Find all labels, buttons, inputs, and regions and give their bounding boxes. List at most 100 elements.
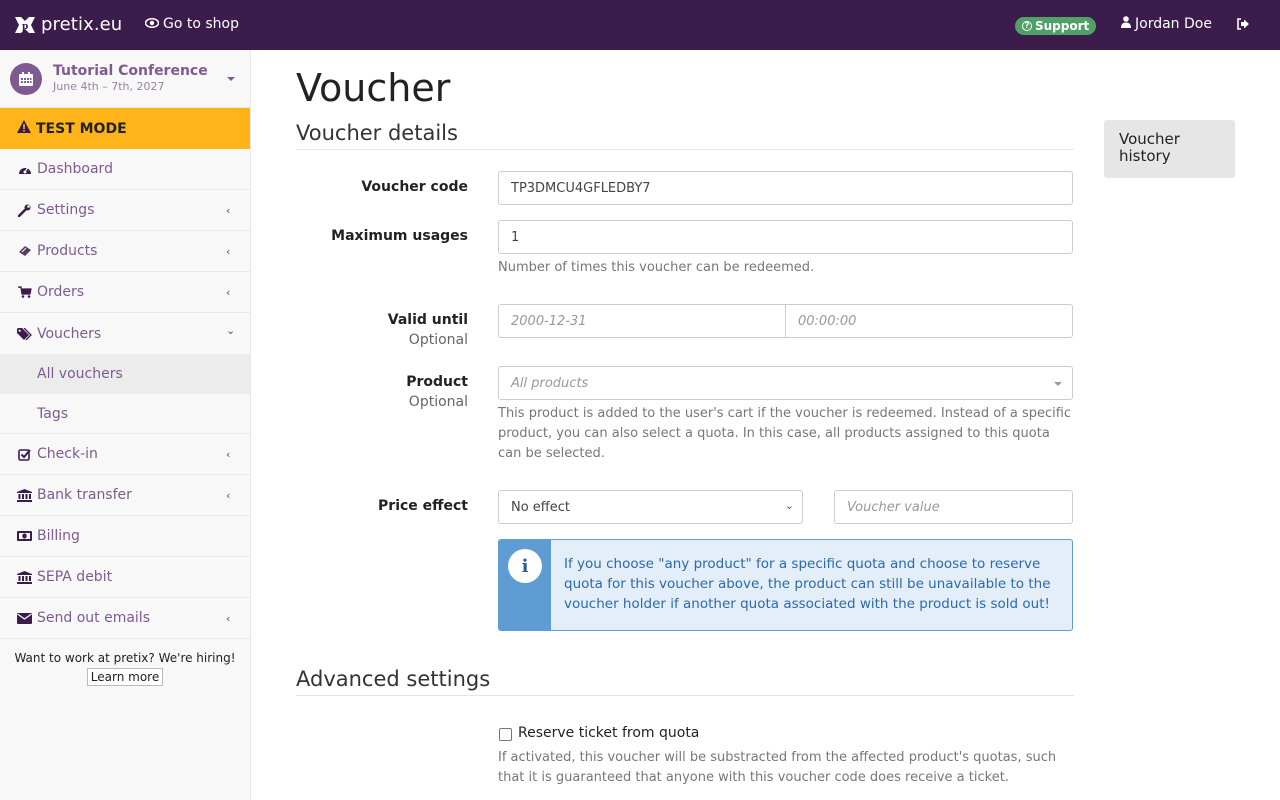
sidebar-item-send-emails[interactable]: Send out emails ‹ [0,598,250,639]
go-to-shop-link[interactable]: Go to shop [144,16,239,32]
sidebar-item-check-in[interactable]: Check-in ‹ [0,434,250,475]
voucher-value-input[interactable]: Voucher value [834,490,1073,524]
product-label: Product Optional [296,374,468,410]
voucher-code-input[interactable]: TP3DMCU4GFLEDBY7 [498,171,1073,205]
bank-icon [17,570,32,584]
sidebar-item-billing[interactable]: Billing [0,516,250,557]
chevron-down-icon: ⌄ [784,499,794,512]
voucher-history-button[interactable]: Voucher history [1104,120,1235,178]
max-usages-input[interactable]: 1 [498,220,1073,254]
time-placeholder: 00:00:00 [798,313,857,329]
sidebar-item-label: Check-in [37,446,98,462]
sidebar-item-label: Bank transfer [37,487,132,503]
sidebar-item-label: Dashboard [37,161,113,177]
sidebar-item-label: Billing [37,528,80,544]
user-name: Jordan Doe [1135,16,1212,32]
chevron-down-icon: ⌄ [226,324,236,337]
sidebar-subitem-all-vouchers[interactable]: All vouchers [0,354,250,394]
check-square-icon [17,448,32,461]
wrench-icon [17,204,32,217]
sidebar-item-label: Vouchers [37,325,102,342]
event-date: June 4th – 7th, 2027 [53,80,165,93]
sidebar-subitem-label: All vouchers [37,366,123,382]
optional-hint: Optional [408,332,468,348]
chevron-left-icon: ‹ [226,489,231,502]
learn-more-button[interactable]: Learn more [86,668,164,686]
caret-down-icon [227,77,235,81]
price-effect-select[interactable]: No effect ⌄ [498,490,803,524]
ticket-icon [17,245,32,257]
chevron-left-icon: ‹ [226,612,231,625]
envelope-icon [17,612,32,624]
optional-hint: Optional [408,394,468,410]
section-heading-voucher-details: Voucher details [296,121,1074,150]
event-switcher[interactable]: Tutorial Conference June 4th – 7th, 2027 [0,50,250,108]
max-usages-value: 1 [511,229,520,245]
sidebar-item-dashboard[interactable]: Dashboard [0,149,250,190]
user-menu[interactable]: Jordan Doe [1121,16,1212,32]
voucher-code-value: TP3DMCU4GFLEDBY7 [511,180,651,196]
support-badge[interactable]: ? Support [1015,17,1097,35]
info-icon: i [508,549,542,583]
product-label-text: Product [406,374,468,390]
page-title: Voucher [296,66,451,110]
user-icon [1121,16,1131,32]
tags-icon [17,327,32,340]
warning-icon [17,120,31,137]
voucher-code-label: Voucher code [361,179,468,195]
test-mode-banner: TEST MODE [0,108,250,149]
go-to-shop-label: Go to shop [163,16,239,32]
sidebar-item-bank-transfer[interactable]: Bank transfer ‹ [0,475,250,516]
sidebar-item-products[interactable]: Products ‹ [0,231,250,272]
reserve-quota-help: If activated, this voucher will be subst… [498,750,1057,785]
chevron-left-icon: ‹ [226,286,231,299]
logout-button[interactable] [1236,17,1250,35]
sign-out-icon [1236,18,1250,35]
sidebar-item-label: Products [37,243,98,259]
hiring-text: Want to work at pretix? We're hiring! [14,651,236,665]
valid-until-label: Valid until Optional [296,312,468,348]
reserve-quota-label[interactable]: Reserve ticket from quota [518,725,699,741]
sidebar-item-label: Settings [37,202,95,218]
sidebar-item-vouchers[interactable]: Vouchers ⌄ [0,313,250,354]
section-heading-advanced: Advanced settings [296,667,1074,696]
sidebar-item-label: SEPA debit [37,569,113,585]
chevron-left-icon: ‹ [226,204,231,217]
price-effect-value: No effect [511,499,571,515]
question-circle-icon: ? [1022,21,1032,31]
sidebar: Tutorial Conference June 4th – 7th, 2027… [0,50,251,800]
eye-icon [144,16,160,32]
valid-until-time-input[interactable]: 00:00:00 [785,304,1073,338]
calendar-icon [10,63,42,95]
max-usages-label: Maximum usages [331,228,468,244]
voucher-value-placeholder: Voucher value [847,499,940,515]
svg-text:p: p [22,22,28,32]
brand-link[interactable]: p pretix.eu [15,14,122,35]
top-navbar: p pretix.eu Go to shop ? Support Jordan … [0,0,1280,50]
sidebar-item-settings[interactable]: Settings ‹ [0,190,250,231]
sidebar-item-sepa-debit[interactable]: SEPA debit [0,557,250,598]
hiring-notice: Want to work at pretix? We're hiring! Le… [0,639,250,686]
product-help: This product is added to the user's cart… [498,406,1072,461]
chevron-left-icon: ‹ [226,245,231,258]
dashboard-icon [17,163,32,175]
brand-name: pretix.eu [41,14,123,35]
test-mode-label: TEST MODE [36,120,127,137]
sidebar-item-label: Orders [37,284,85,300]
sidebar-item-orders[interactable]: Orders ‹ [0,272,250,313]
pretix-logo-icon: p [15,15,35,35]
valid-until-date-input[interactable]: 2000-12-31 [498,304,786,338]
chevron-left-icon: ‹ [226,448,231,461]
valid-until-label-text: Valid until [387,312,468,328]
reserve-quota-checkbox[interactable] [499,728,512,741]
sidebar-subitem-tags[interactable]: Tags [0,394,250,434]
sidebar-subitem-label: Tags [37,405,68,422]
info-alert-text: If you choose "any product" for a specif… [564,556,1051,612]
price-effect-label: Price effect [378,498,468,514]
max-usages-help: Number of times this voucher can be rede… [498,260,815,275]
support-label: Support [1035,19,1090,33]
bank-icon [17,488,32,502]
event-name: Tutorial Conference [53,63,208,79]
date-placeholder: 2000-12-31 [511,313,587,329]
product-select[interactable]: All products [498,366,1073,400]
